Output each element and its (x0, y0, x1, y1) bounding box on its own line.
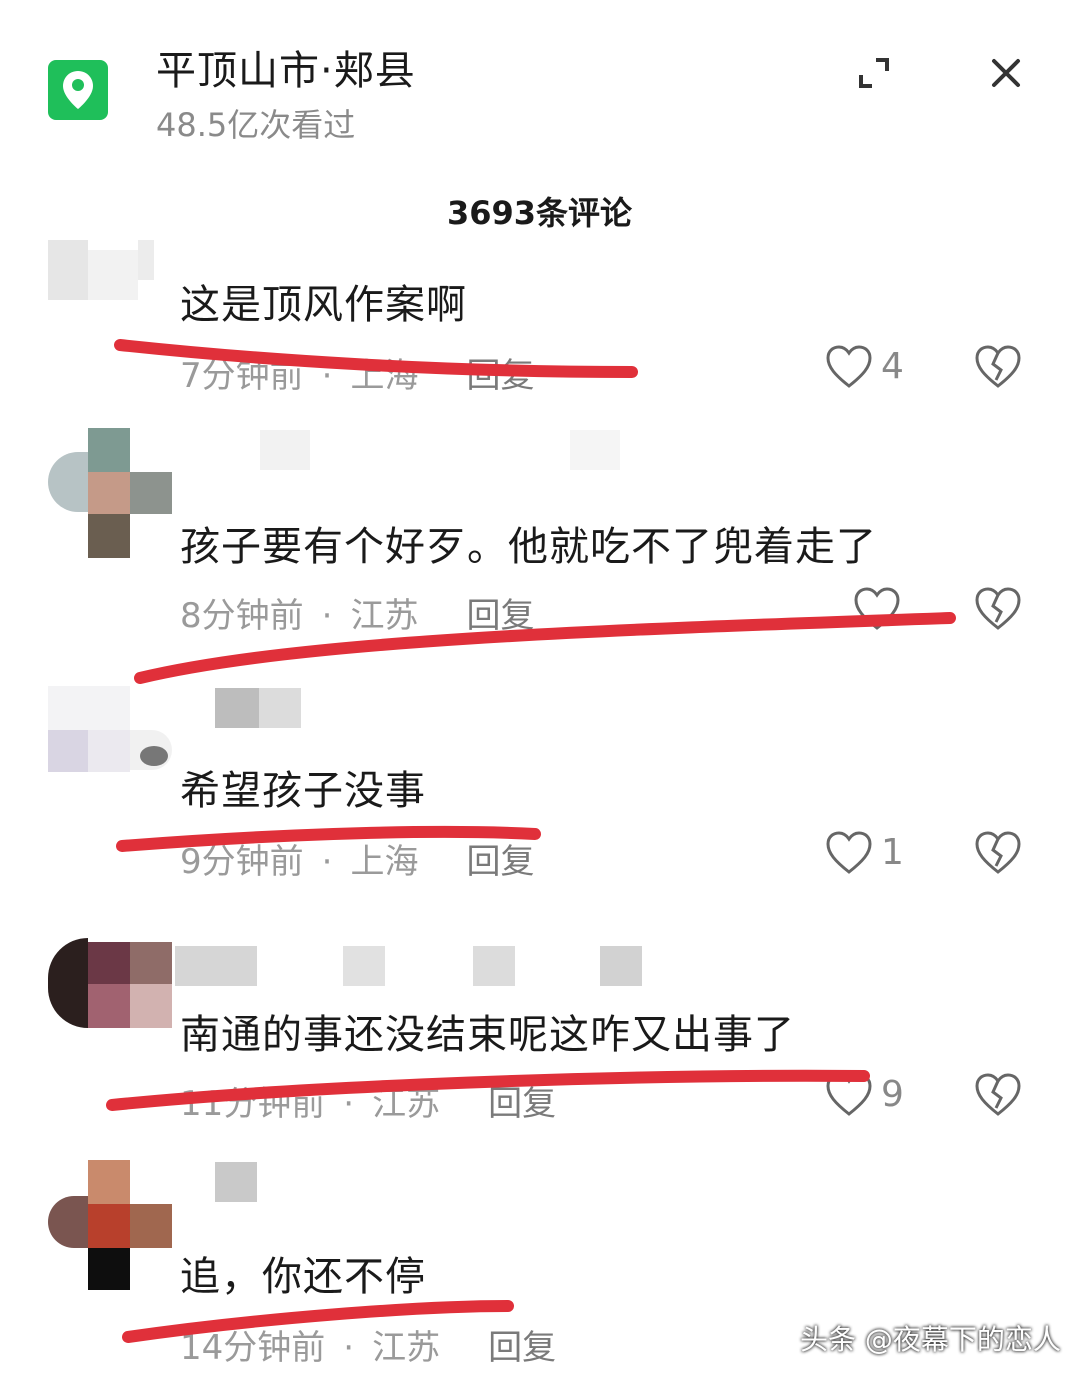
location-title[interactable]: 平顶山市·郏县 (156, 38, 416, 96)
like-count: 9 (881, 1074, 904, 1115)
avatar[interactable] (48, 938, 172, 1062)
avatar[interactable] (48, 1160, 172, 1290)
comment-text: 孩子要有个好歹。他就吃不了兜着走了 (180, 524, 877, 570)
broken-heart-icon (975, 345, 1021, 388)
like-button[interactable]: 4 (825, 344, 915, 394)
location-header: 平顶山市·郏县 48.5亿次看过 (0, 0, 1079, 170)
comment-count: 3693条评论 (446, 194, 633, 232)
dislike-button[interactable] (974, 830, 1022, 878)
comment-time: 11分钟前 (180, 1084, 326, 1124)
comment-region: 江苏 (372, 1328, 441, 1368)
reply-button[interactable]: 回复 (466, 842, 534, 882)
heart-icon (826, 831, 872, 874)
watermark: 头条 @夜幕下的恋人 (800, 1323, 1061, 1356)
like-button[interactable]: 1 (825, 830, 915, 880)
view-count: 48.5亿次看过 (156, 106, 356, 144)
comment-item: 南通的事还没结束呢这咋又出事了 11分钟前 · 江苏 回复 9 (0, 938, 1079, 1138)
avatar[interactable] (48, 240, 172, 300)
dislike-button[interactable] (974, 1072, 1022, 1120)
comment-region: 上海 (350, 356, 419, 396)
reply-button[interactable]: 回复 (488, 1084, 556, 1124)
comment-region: 上海 (350, 842, 419, 882)
meta-separator: · (343, 1084, 355, 1124)
comment-region: 江苏 (350, 596, 419, 636)
meta-separator: · (321, 842, 333, 882)
like-button[interactable]: 9 (825, 1072, 915, 1122)
comment-text: 希望孩子没事 (180, 768, 426, 814)
comment-item: 希望孩子没事 9分钟前 · 上海 回复 1 (0, 686, 1079, 886)
like-count: 4 (881, 346, 904, 387)
comment-region: 江苏 (372, 1084, 441, 1124)
meta-separator: · (321, 596, 333, 636)
close-icon[interactable] (988, 55, 1024, 91)
comment-meta: 11分钟前 · 江苏 回复 (180, 1076, 574, 1125)
dislike-button[interactable] (974, 586, 1022, 634)
heart-icon (826, 345, 872, 388)
dislike-button[interactable] (974, 344, 1022, 392)
avatar[interactable] (48, 686, 172, 810)
reply-button[interactable]: 回复 (466, 596, 534, 636)
comment-meta: 8分钟前 · 江苏 回复 (180, 588, 552, 637)
reply-button[interactable]: 回复 (466, 356, 534, 396)
comment-time: 14分钟前 (180, 1328, 326, 1368)
comment-meta: 9分钟前 · 上海 回复 (180, 834, 552, 883)
meta-separator: · (321, 356, 333, 396)
comment-text: 这是顶风作案啊 (180, 282, 467, 328)
meta-separator: · (343, 1328, 355, 1368)
comment-text: 南通的事还没结束呢这咋又出事了 (180, 1012, 795, 1058)
reply-button[interactable]: 回复 (488, 1328, 556, 1368)
like-count: 1 (881, 832, 904, 873)
broken-heart-icon (975, 1073, 1021, 1116)
avatar[interactable] (48, 428, 172, 558)
broken-heart-icon (975, 587, 1021, 630)
expand-icon[interactable] (856, 55, 892, 91)
comment-meta: 14分钟前 · 江苏 回复 (180, 1320, 574, 1369)
location-pin-icon (48, 60, 108, 120)
like-button[interactable] (853, 586, 943, 636)
comment-time: 7分钟前 (180, 356, 304, 396)
comment-meta: 7分钟前 · 上海 回复 (180, 348, 552, 397)
comment-text: 追，你还不停 (180, 1254, 426, 1300)
heart-icon (826, 1073, 872, 1116)
broken-heart-icon (975, 831, 1021, 874)
comment-time: 9分钟前 (180, 842, 304, 882)
heart-icon (854, 587, 900, 630)
comment-item: 这是顶风作案啊 7分钟前 · 上海 回复 4 (0, 240, 1079, 396)
comment-item: 孩子要有个好歹。他就吃不了兜着走了 8分钟前 · 江苏 回复 (0, 428, 1079, 648)
comment-time: 8分钟前 (180, 596, 304, 636)
